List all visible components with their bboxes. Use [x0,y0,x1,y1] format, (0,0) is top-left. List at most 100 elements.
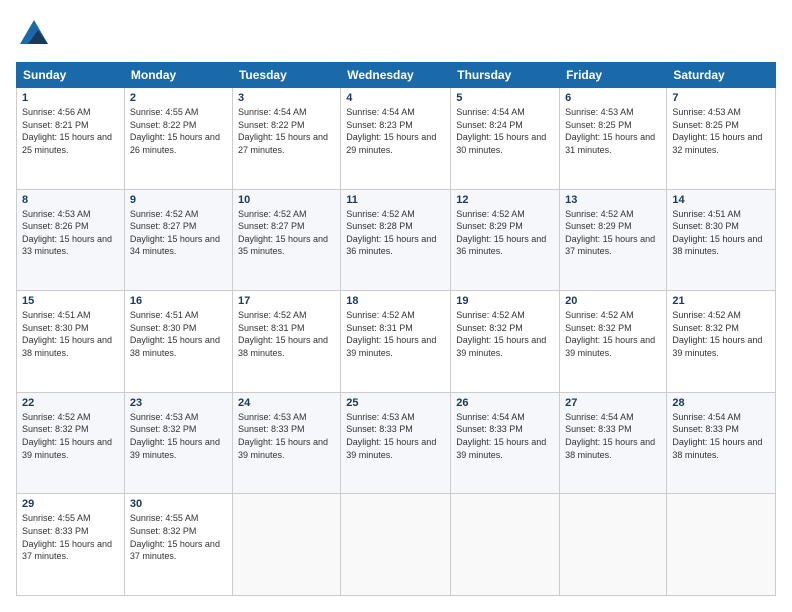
daylight-text: Daylight: 15 hours and 35 minutes. [238,234,328,257]
calendar-header-monday: Monday [124,63,232,88]
sunset-text: Sunset: 8:31 PM [346,323,413,333]
sunrise-text: Sunrise: 4:54 AM [565,412,634,422]
sunrise-text: Sunrise: 4:52 AM [672,310,741,320]
day-info: Sunrise: 4:52 AM Sunset: 8:28 PM Dayligh… [346,208,445,258]
day-info: Sunrise: 4:53 AM Sunset: 8:32 PM Dayligh… [130,411,227,461]
daylight-text: Daylight: 15 hours and 38 minutes. [565,437,655,460]
calendar-header-friday: Friday [560,63,667,88]
day-number: 15 [22,295,119,307]
sunrise-text: Sunrise: 4:51 AM [22,310,91,320]
daylight-text: Daylight: 15 hours and 32 minutes. [672,132,762,155]
logo [16,16,56,52]
calendar-week-5: 29 Sunrise: 4:55 AM Sunset: 8:33 PM Dayl… [17,494,776,596]
day-number: 16 [130,295,227,307]
calendar-cell [341,494,451,596]
day-number: 30 [130,498,227,510]
day-number: 22 [22,397,119,409]
day-info: Sunrise: 4:54 AM Sunset: 8:24 PM Dayligh… [456,106,554,156]
calendar-header-row: SundayMondayTuesdayWednesdayThursdayFrid… [17,63,776,88]
sunrise-text: Sunrise: 4:56 AM [22,107,91,117]
daylight-text: Daylight: 15 hours and 39 minutes. [22,437,112,460]
sunset-text: Sunset: 8:32 PM [672,323,739,333]
sunrise-text: Sunrise: 4:51 AM [130,310,199,320]
daylight-text: Daylight: 15 hours and 37 minutes. [130,539,220,562]
calendar-cell: 9 Sunrise: 4:52 AM Sunset: 8:27 PM Dayli… [124,189,232,291]
logo-icon [16,16,52,52]
sunrise-text: Sunrise: 4:52 AM [456,209,525,219]
sunrise-text: Sunrise: 4:52 AM [346,310,415,320]
day-number: 23 [130,397,227,409]
calendar-cell [232,494,340,596]
calendar-week-1: 1 Sunrise: 4:56 AM Sunset: 8:21 PM Dayli… [17,88,776,190]
day-number: 6 [565,92,661,104]
day-number: 5 [456,92,554,104]
day-info: Sunrise: 4:52 AM Sunset: 8:31 PM Dayligh… [238,309,335,359]
sunrise-text: Sunrise: 4:55 AM [22,513,91,523]
sunset-text: Sunset: 8:29 PM [565,221,632,231]
day-number: 9 [130,194,227,206]
sunset-text: Sunset: 8:30 PM [130,323,197,333]
sunset-text: Sunset: 8:32 PM [130,424,197,434]
calendar-cell: 15 Sunrise: 4:51 AM Sunset: 8:30 PM Dayl… [17,291,125,393]
sunset-text: Sunset: 8:33 PM [672,424,739,434]
sunset-text: Sunset: 8:25 PM [565,120,632,130]
calendar-cell: 4 Sunrise: 4:54 AM Sunset: 8:23 PM Dayli… [341,88,451,190]
day-number: 8 [22,194,119,206]
sunrise-text: Sunrise: 4:52 AM [565,209,634,219]
daylight-text: Daylight: 15 hours and 38 minutes. [672,234,762,257]
day-info: Sunrise: 4:53 AM Sunset: 8:33 PM Dayligh… [238,411,335,461]
calendar-cell: 30 Sunrise: 4:55 AM Sunset: 8:32 PM Dayl… [124,494,232,596]
day-number: 13 [565,194,661,206]
calendar-cell: 29 Sunrise: 4:55 AM Sunset: 8:33 PM Dayl… [17,494,125,596]
day-info: Sunrise: 4:53 AM Sunset: 8:26 PM Dayligh… [22,208,119,258]
sunrise-text: Sunrise: 4:53 AM [22,209,91,219]
daylight-text: Daylight: 15 hours and 39 minutes. [346,437,436,460]
sunset-text: Sunset: 8:22 PM [130,120,197,130]
sunset-text: Sunset: 8:30 PM [672,221,739,231]
day-info: Sunrise: 4:52 AM Sunset: 8:32 PM Dayligh… [22,411,119,461]
header [16,16,776,52]
daylight-text: Daylight: 15 hours and 38 minutes. [130,335,220,358]
day-info: Sunrise: 4:55 AM Sunset: 8:33 PM Dayligh… [22,512,119,562]
sunrise-text: Sunrise: 4:54 AM [346,107,415,117]
sunrise-text: Sunrise: 4:55 AM [130,107,199,117]
sunrise-text: Sunrise: 4:53 AM [238,412,307,422]
calendar-week-4: 22 Sunrise: 4:52 AM Sunset: 8:32 PM Dayl… [17,392,776,494]
daylight-text: Daylight: 15 hours and 36 minutes. [346,234,436,257]
page: SundayMondayTuesdayWednesdayThursdayFrid… [0,0,792,612]
day-number: 17 [238,295,335,307]
calendar-table: SundayMondayTuesdayWednesdayThursdayFrid… [16,62,776,596]
day-info: Sunrise: 4:52 AM Sunset: 8:29 PM Dayligh… [565,208,661,258]
sunset-text: Sunset: 8:21 PM [22,120,89,130]
day-info: Sunrise: 4:53 AM Sunset: 8:33 PM Dayligh… [346,411,445,461]
sunrise-text: Sunrise: 4:53 AM [672,107,741,117]
sunset-text: Sunset: 8:25 PM [672,120,739,130]
daylight-text: Daylight: 15 hours and 34 minutes. [130,234,220,257]
day-info: Sunrise: 4:55 AM Sunset: 8:22 PM Dayligh… [130,106,227,156]
day-number: 25 [346,397,445,409]
day-number: 12 [456,194,554,206]
sunset-text: Sunset: 8:23 PM [346,120,413,130]
daylight-text: Daylight: 15 hours and 29 minutes. [346,132,436,155]
day-info: Sunrise: 4:51 AM Sunset: 8:30 PM Dayligh… [672,208,770,258]
sunrise-text: Sunrise: 4:52 AM [238,310,307,320]
sunset-text: Sunset: 8:31 PM [238,323,305,333]
sunset-text: Sunset: 8:32 PM [565,323,632,333]
day-info: Sunrise: 4:52 AM Sunset: 8:32 PM Dayligh… [565,309,661,359]
calendar-cell: 21 Sunrise: 4:52 AM Sunset: 8:32 PM Dayl… [667,291,776,393]
sunset-text: Sunset: 8:26 PM [22,221,89,231]
calendar-cell: 18 Sunrise: 4:52 AM Sunset: 8:31 PM Dayl… [341,291,451,393]
sunset-text: Sunset: 8:24 PM [456,120,523,130]
calendar-week-2: 8 Sunrise: 4:53 AM Sunset: 8:26 PM Dayli… [17,189,776,291]
sunset-text: Sunset: 8:29 PM [456,221,523,231]
sunrise-text: Sunrise: 4:51 AM [672,209,741,219]
calendar-week-3: 15 Sunrise: 4:51 AM Sunset: 8:30 PM Dayl… [17,291,776,393]
sunset-text: Sunset: 8:30 PM [22,323,89,333]
calendar-cell: 28 Sunrise: 4:54 AM Sunset: 8:33 PM Dayl… [667,392,776,494]
daylight-text: Daylight: 15 hours and 39 minutes. [130,437,220,460]
day-info: Sunrise: 4:52 AM Sunset: 8:32 PM Dayligh… [456,309,554,359]
calendar-cell: 5 Sunrise: 4:54 AM Sunset: 8:24 PM Dayli… [451,88,560,190]
daylight-text: Daylight: 15 hours and 39 minutes. [346,335,436,358]
day-info: Sunrise: 4:54 AM Sunset: 8:22 PM Dayligh… [238,106,335,156]
calendar-cell: 16 Sunrise: 4:51 AM Sunset: 8:30 PM Dayl… [124,291,232,393]
